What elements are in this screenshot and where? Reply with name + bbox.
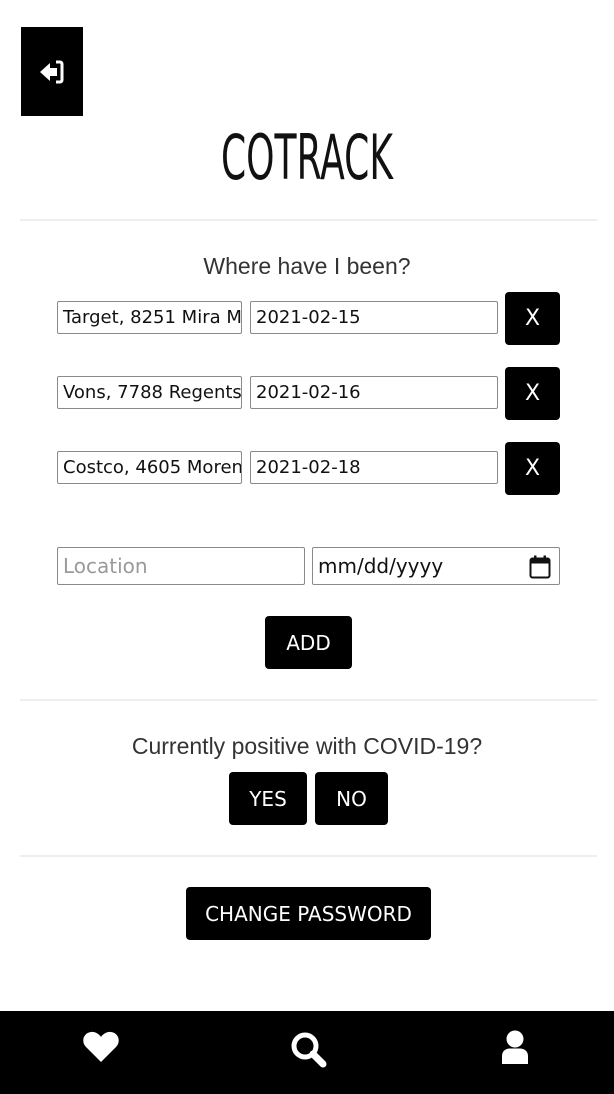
remove-entry-button[interactable]: X [505, 442, 560, 495]
remove-entry-button[interactable]: X [505, 367, 560, 420]
location-placeholder: Location [63, 554, 148, 578]
bottom-nav [0, 1011, 614, 1094]
history-location-field[interactable]: Vons, 7788 Regents Rd [57, 376, 242, 409]
divider [20, 855, 597, 857]
user-icon[interactable] [499, 1029, 531, 1065]
location-input[interactable]: Location [57, 547, 305, 585]
heart-icon[interactable] [82, 1030, 120, 1064]
calendar-icon[interactable] [529, 555, 551, 579]
history-title: Where have I been? [203, 253, 411, 279]
divider [20, 699, 597, 701]
yes-button[interactable]: YES [229, 772, 307, 825]
history-location-field[interactable]: Target, 8251 Mira Mesa Blvd [57, 301, 242, 334]
history-location-field[interactable]: Costco, 4605 Morena Blvd [57, 451, 242, 484]
app-logo: COTRACK [0, 113, 614, 197]
date-input[interactable]: mm/dd/yyyy [312, 547, 560, 585]
date-placeholder: mm/dd/yyyy [318, 554, 444, 578]
add-button[interactable]: ADD [265, 616, 352, 669]
no-button[interactable]: NO [315, 772, 388, 825]
search-icon[interactable] [290, 1031, 328, 1069]
logout-button[interactable] [21, 27, 83, 116]
change-password-button[interactable]: CHANGE PASSWORD [186, 887, 431, 940]
divider [20, 219, 597, 221]
history-date-field[interactable]: 2021-02-16 [250, 376, 498, 409]
svg-text:COTRACK: COTRACK [221, 121, 394, 191]
history-date-field[interactable]: 2021-02-18 [250, 451, 498, 484]
sign-out-icon [40, 59, 64, 84]
covid-question: Currently positive with COVID-19? [131, 733, 483, 759]
remove-entry-button[interactable]: X [505, 292, 560, 345]
history-date-field[interactable]: 2021-02-15 [250, 301, 498, 334]
